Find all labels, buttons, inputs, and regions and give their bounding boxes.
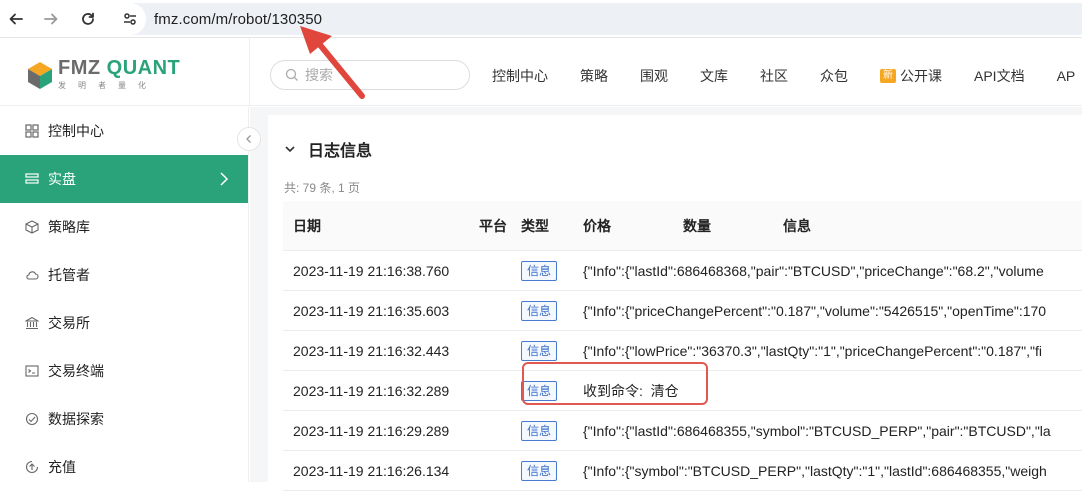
sidebar-item-strategy-library[interactable]: 策略库 <box>0 203 248 251</box>
column-price: 价格 <box>583 217 611 234</box>
nav-strategy[interactable]: 策略 <box>580 66 608 86</box>
nav-api-docs[interactable]: API文档 <box>974 66 1025 86</box>
sidebar-item-label: 控制中心 <box>48 123 104 139</box>
forward-arrow-icon <box>44 13 58 25</box>
search-icon <box>285 68 298 81</box>
chevron-down-icon <box>285 146 295 153</box>
row-date: 2023-11-19 21:16:38.760 <box>293 262 450 279</box>
sidebar-item-label: 数据探索 <box>48 411 104 427</box>
table-row: 2023-11-19 21:16:26.134 信息 {"Info":{"sym… <box>283 451 1082 491</box>
column-type: 类型 <box>521 217 549 234</box>
table-header: 日期 平台 类型 价格 数量 信息 <box>283 201 1082 251</box>
nav-api-truncated[interactable]: AP <box>1057 68 1076 84</box>
reload-button[interactable] <box>77 8 99 30</box>
search-placeholder: 搜索 <box>305 67 333 83</box>
sidebar-item-exchange[interactable]: 交易所 <box>0 299 248 347</box>
header-divider <box>249 38 250 106</box>
row-info: {"Info":{"symbol":"BTCUSD_PERP","lastQty… <box>583 462 1047 479</box>
sidebar-collapse-button[interactable] <box>237 127 261 151</box>
row-info: {"Info":{"lastId":686468355,"symbol":"BT… <box>583 422 1051 439</box>
type-tag: 信息 <box>521 260 558 281</box>
new-badge: 新 <box>880 69 896 83</box>
column-quantity: 数量 <box>683 217 711 234</box>
cloud-icon <box>24 267 40 283</box>
cube-icon <box>24 219 40 235</box>
column-platform: 平台 <box>479 217 507 234</box>
bank-icon <box>24 315 40 331</box>
nav-watch[interactable]: 围观 <box>640 66 668 86</box>
table-row: 2023-11-19 21:16:29.289 信息 {"Info":{"las… <box>283 411 1082 451</box>
logo-mark-icon <box>26 59 54 91</box>
row-date: 2023-11-19 21:16:35.603 <box>293 302 450 319</box>
brand-name-part2: QUANT <box>106 57 181 79</box>
sidebar-item-custodian[interactable]: 托管者 <box>0 251 248 299</box>
sidebar-item-recharge[interactable]: 充值 <box>0 443 248 491</box>
dashboard-icon <box>24 123 40 139</box>
type-tag: 信息 <box>521 300 558 321</box>
row-date: 2023-11-19 21:16:26.134 <box>293 462 450 479</box>
nav-library[interactable]: 文库 <box>700 66 728 86</box>
nav-control-center[interactable]: 控制中心 <box>492 66 548 86</box>
nav-crowdsource[interactable]: 众包 <box>820 66 848 86</box>
database-icon <box>24 411 40 427</box>
url-text: fmz.com/m/robot/130350 <box>154 10 323 28</box>
address-bar[interactable]: fmz.com/m/robot/130350 <box>114 3 1082 35</box>
sidebar-item-label: 策略库 <box>48 219 90 235</box>
sidebar-item-terminal[interactable]: 交易终端 <box>0 347 248 395</box>
log-title: 日志信息 <box>308 143 373 160</box>
sidebar-item-label: 实盘 <box>48 171 76 187</box>
recharge-icon <box>24 459 40 475</box>
back-arrow-icon <box>9 13 23 25</box>
sidebar-item-label: 充值 <box>48 459 76 475</box>
log-panel-header[interactable]: 日志信息 <box>284 137 372 161</box>
type-tag: 信息 <box>521 340 558 361</box>
search-input[interactable]: 搜索 <box>270 60 470 90</box>
main-content: 日志信息 共: 79 条, 1 页 日期 平台 类型 价格 数量 信息 2023… <box>250 107 1082 491</box>
row-date: 2023-11-19 21:16:32.289 <box>293 382 450 399</box>
row-date: 2023-11-19 21:16:32.443 <box>293 342 450 359</box>
chevron-left-icon <box>246 135 251 143</box>
log-table: 日期 平台 类型 价格 数量 信息 2023-11-19 21:16:38.76… <box>283 201 1082 491</box>
sidebar-item-label: 交易终端 <box>48 363 104 379</box>
column-date: 日期 <box>293 217 321 234</box>
table-row: 2023-11-19 21:16:38.760 信息 {"Info":{"las… <box>283 251 1082 291</box>
log-panel: 日志信息 共: 79 条, 1 页 日期 平台 类型 价格 数量 信息 2023… <box>268 115 1082 491</box>
site-settings-icon[interactable] <box>114 3 146 35</box>
sidebar-item-label: 交易所 <box>48 315 90 331</box>
brand-name-part1: FMZ <box>58 57 101 79</box>
chevron-right-icon <box>220 172 229 186</box>
type-tag: 信息 <box>521 460 558 481</box>
forward-button[interactable] <box>40 8 62 30</box>
nav-community[interactable]: 社区 <box>760 66 788 86</box>
nav-open-class[interactable]: 新公开课 <box>880 66 942 86</box>
column-info: 信息 <box>783 217 811 234</box>
row-info: {"Info":{"priceChangePercent":"0.187","v… <box>583 302 1047 319</box>
nav-open-class-label: 公开课 <box>900 68 942 84</box>
log-summary: 共: 79 条, 1 页 <box>284 181 361 195</box>
list-icon <box>24 171 40 187</box>
sidebar-item-live[interactable]: 实盘 <box>0 155 248 203</box>
top-nav: 控制中心 策略 围观 文库 社区 众包 新公开课 API文档 AP <box>492 66 1082 86</box>
reload-icon <box>82 12 94 25</box>
sidebar: 控制中心 实盘 策略库 托管者 交易所 交易终端 数据探索 充值 <box>0 107 249 482</box>
sidebar-item-label: 托管者 <box>48 267 90 283</box>
highlight-annotation-box <box>522 362 708 405</box>
brand-subtitle: 发明者量化 <box>58 81 158 90</box>
table-row: 2023-11-19 21:16:35.603 信息 {"Info":{"pri… <box>283 291 1082 331</box>
row-info: {"Info":{"lastId":686468368,"pair":"BTCU… <box>583 262 1044 279</box>
terminal-icon <box>24 363 40 379</box>
sidebar-item-control-center[interactable]: 控制中心 <box>0 107 248 155</box>
sidebar-item-data-explore[interactable]: 数据探索 <box>0 395 248 443</box>
browser-toolbar: fmz.com/m/robot/130350 <box>0 0 1082 38</box>
fmz-logo[interactable]: FMZ QUANT 发明者量化 <box>26 58 180 91</box>
app-header: FMZ QUANT 发明者量化 搜索 控制中心 策略 围观 文库 社区 众包 新… <box>0 38 1082 106</box>
row-date: 2023-11-19 21:16:29.289 <box>293 422 450 439</box>
row-info: {"Info":{"lowPrice":"36370.3","lastQty":… <box>583 342 1043 359</box>
back-button[interactable] <box>5 8 27 30</box>
type-tag: 信息 <box>521 420 558 441</box>
